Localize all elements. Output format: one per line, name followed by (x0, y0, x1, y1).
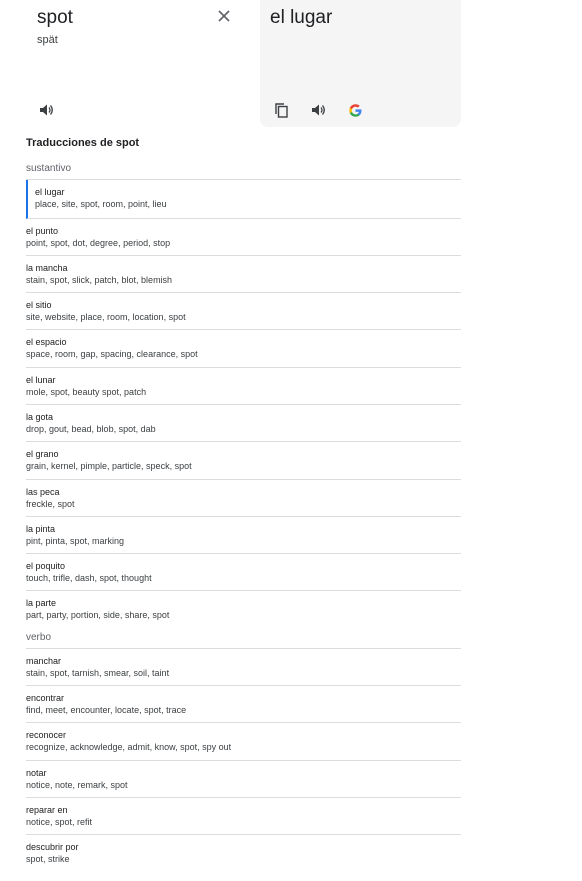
translation-term: el grano (26, 449, 59, 460)
translation-synonyms: notice, spot, refit (26, 816, 93, 827)
translation-entry[interactable]: manchar stain, spot, tarnish, smear, soil… (26, 649, 461, 687)
translation-synonyms: touch, trifle, dash, spot, thought (26, 573, 152, 584)
translation-synonyms: drop, gout, bead, blob, spot, dab (26, 423, 156, 434)
translation-synonyms: site, website, place, room, location, sp… (26, 312, 186, 323)
translation-entry[interactable]: notar notice, note, remark, spot (26, 761, 461, 798)
speaker-icon (39, 104, 53, 116)
translation-term: el lunar (26, 374, 56, 385)
translation-synonyms: grain, kernel, pimple, particle, speck, … (26, 461, 192, 472)
translation-entry[interactable]: la gota drop, gout, bead, blob, spot, dab (26, 405, 461, 443)
translation-entry[interactable]: el punto point, spot, dot, degree, period… (26, 219, 461, 256)
translation-term: las peca (26, 486, 60, 497)
close-icon (218, 10, 230, 22)
verb-entries: manchar stain, spot, tarnish, smear, soil… (26, 649, 461, 873)
source-word: spot (37, 7, 73, 28)
translation-term: encontrar (26, 693, 65, 704)
translation-synonyms: stain, spot, slick, patch, blot, blemish (26, 274, 173, 285)
translation-synonyms: pint, pinta, spot, marking (26, 535, 125, 546)
translation-synonyms: mole, spot, beauty spot, patch (26, 386, 147, 397)
translations-title: Traducciones de spot (26, 137, 140, 149)
translation-term: el lugar (35, 187, 65, 197)
translation-entry[interactable]: el poquito touch, trifle, dash, spot, tho… (26, 554, 461, 592)
translation-entry[interactable]: la mancha stain, spot, slick, patch, blot… (26, 256, 461, 294)
translation-entry[interactable]: el espacio space, room, gap, spacing, cle… (26, 330, 461, 368)
translation-term: la mancha (26, 262, 68, 273)
translation-synonyms: notice, note, remark, spot (26, 779, 128, 790)
translation-term: el punto (26, 225, 59, 236)
target-panel: el lugar (260, 0, 461, 127)
copy-translation-button[interactable] (272, 101, 290, 119)
translation-entry[interactable]: el sitio site, website, place, room, loca… (26, 293, 461, 331)
translation-entry[interactable]: el lugar place, site, spot, room, point, … (26, 180, 461, 219)
translation-entry[interactable]: encontrar find, meet, encounter, locate, … (26, 686, 461, 724)
translation-synonyms: freckle, spot (26, 498, 75, 509)
copy-icon (274, 102, 288, 118)
translation-entry[interactable]: reconocer recognize, acknowledge, admit, … (26, 723, 461, 761)
noun-entries: el lugar place, site, spot, room, point, … (26, 180, 461, 629)
translation-term: notar (26, 767, 47, 778)
translation-term: reparar en (26, 804, 68, 815)
translation-term: el sitio (26, 300, 52, 311)
translation-term: manchar (26, 655, 62, 666)
translation-synonyms: spot, strike (26, 854, 70, 865)
translation-synonyms: point, spot, dot, degree, period, stop (26, 237, 171, 248)
google-icon (348, 103, 361, 117)
pos-header-verb: verbo (26, 629, 461, 649)
translation-synonyms: recognize, acknowledge, admit, know, spo… (26, 742, 232, 753)
translation-term: el poquito (26, 561, 66, 572)
translation-term: descubrir por (26, 842, 79, 853)
translation-entry[interactable]: las peca freckle, spot (26, 480, 461, 517)
translation-term: reconocer (26, 730, 67, 741)
translation-entry[interactable]: la parte part, party, portion, side, shar… (26, 591, 461, 628)
listen-source-button[interactable] (37, 101, 55, 119)
translations-list: sustantivo el lugar place, site, spot, ro… (26, 160, 461, 873)
translation-term: la parte (26, 598, 57, 609)
target-actions (272, 101, 383, 119)
pos-header-noun: sustantivo (26, 160, 461, 180)
translation-entry[interactable]: descubrir por spot, strike (26, 835, 461, 872)
translation-synonyms: part, party, portion, side, share, spot (26, 610, 170, 621)
translation-synonyms: place, site, spot, room, point, lieu (35, 199, 167, 209)
translation-entry[interactable]: la pinta pint, pinta, spot, marking (26, 517, 461, 555)
translation-synonyms: stain, spot, tarnish, smear, soil, taint (26, 667, 170, 678)
source-panel: spot spät (26, 0, 256, 128)
target-word: el lugar (270, 7, 333, 28)
translation-term: la gota (26, 411, 54, 422)
google-button[interactable] (346, 101, 364, 119)
clear-source-button[interactable] (214, 6, 234, 26)
translation-synonyms: space, room, gap, spacing, clearance, sp… (26, 349, 198, 360)
translation-synonyms: find, meet, encounter, locate, spot, tra… (26, 705, 187, 716)
translation-entry[interactable]: reparar en notice, spot, refit (26, 798, 461, 836)
speaker-icon (311, 104, 325, 116)
translation-entry[interactable]: el lunar mole, spot, beauty spot, patch (26, 368, 461, 405)
translation-entry[interactable]: el grano grain, kernel, pimple, particle,… (26, 442, 461, 480)
source-phonetic: spät (37, 34, 58, 46)
translation-term: el espacio (26, 337, 67, 348)
translation-term: la pinta (26, 523, 56, 534)
listen-translation-button[interactable] (309, 101, 327, 119)
